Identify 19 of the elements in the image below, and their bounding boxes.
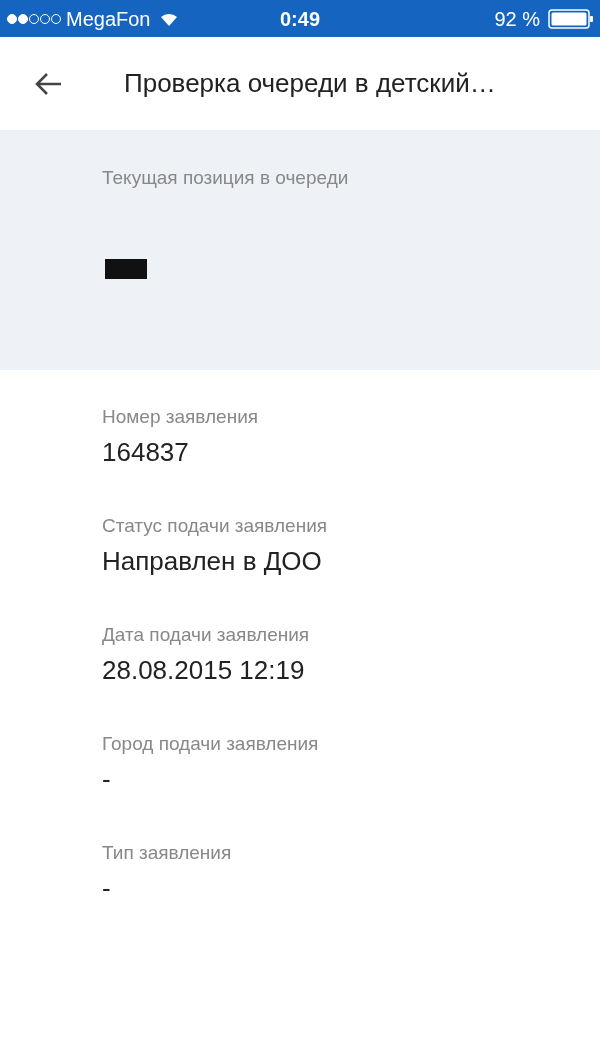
clock: 0:49 (280, 6, 320, 32)
field-value: 28.08.2015 12:19 (102, 654, 306, 687)
field-label: Дата подачи заявления (102, 623, 311, 647)
field-label: Город подачи заявления (102, 732, 320, 756)
redaction-bar (105, 258, 147, 279)
field-label: Тип заявления (102, 841, 233, 865)
field-value: 164837 (102, 436, 190, 469)
field-label: Статус подачи заявления (102, 514, 329, 538)
position-label: Текущая позиция в очереди (102, 166, 350, 190)
carrier-name: MegaFon (66, 6, 151, 32)
field-value: - (102, 872, 112, 905)
field-label: Номер заявления (102, 405, 260, 429)
battery-percent: 92 % (494, 6, 540, 32)
signal-icon (6, 12, 62, 25)
field-value: - (102, 763, 112, 796)
field-value: Направлен в ДОО (102, 545, 323, 578)
back-arrow-icon (34, 71, 62, 96)
page-title: Проверка очереди в детский… (124, 67, 496, 100)
battery-icon (548, 8, 594, 29)
